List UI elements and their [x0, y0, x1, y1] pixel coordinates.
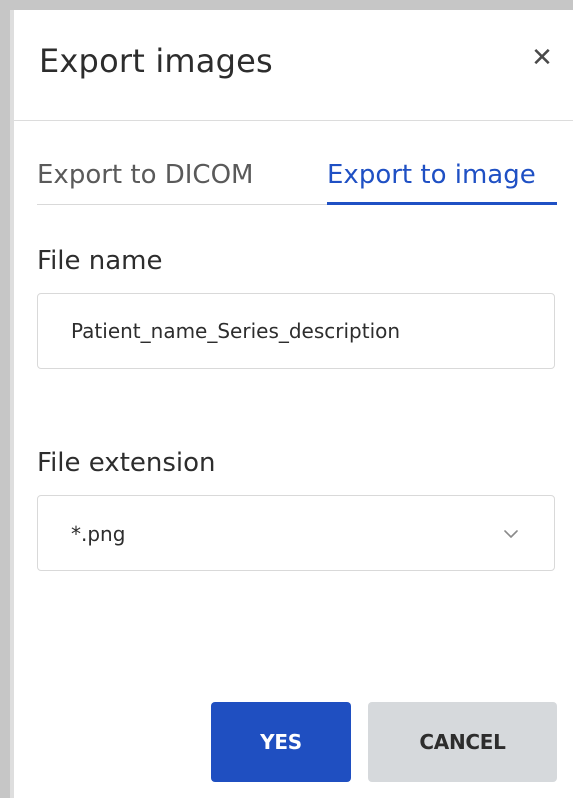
file-name-label: File name: [37, 246, 163, 276]
file-name-input[interactable]: [38, 294, 554, 368]
cancel-button[interactable]: CANCEL: [368, 702, 557, 782]
dialog-title: Export images: [39, 42, 273, 80]
tab-export-to-dicom[interactable]: Export to DICOM: [37, 156, 253, 202]
export-tabs: Export to DICOM Export to image: [37, 156, 557, 205]
file-extension-value: *.png: [71, 522, 126, 546]
active-tab-indicator: [327, 202, 557, 205]
close-icon[interactable]: ✕: [524, 40, 560, 76]
chevron-down-icon: [504, 530, 518, 538]
file-name-field-box: [37, 293, 555, 369]
yes-button[interactable]: YES: [211, 702, 351, 782]
header-divider: [14, 120, 573, 121]
window-frame-left: [0, 0, 10, 798]
window-frame-top: [0, 0, 573, 10]
tab-export-to-image-label: Export to image: [327, 160, 536, 190]
file-extension-label: File extension: [37, 448, 216, 478]
export-images-dialog: Export images ✕ Export to DICOM Export t…: [14, 10, 573, 798]
tab-export-to-image[interactable]: Export to image: [327, 156, 557, 205]
file-extension-select[interactable]: *.png: [37, 495, 555, 571]
